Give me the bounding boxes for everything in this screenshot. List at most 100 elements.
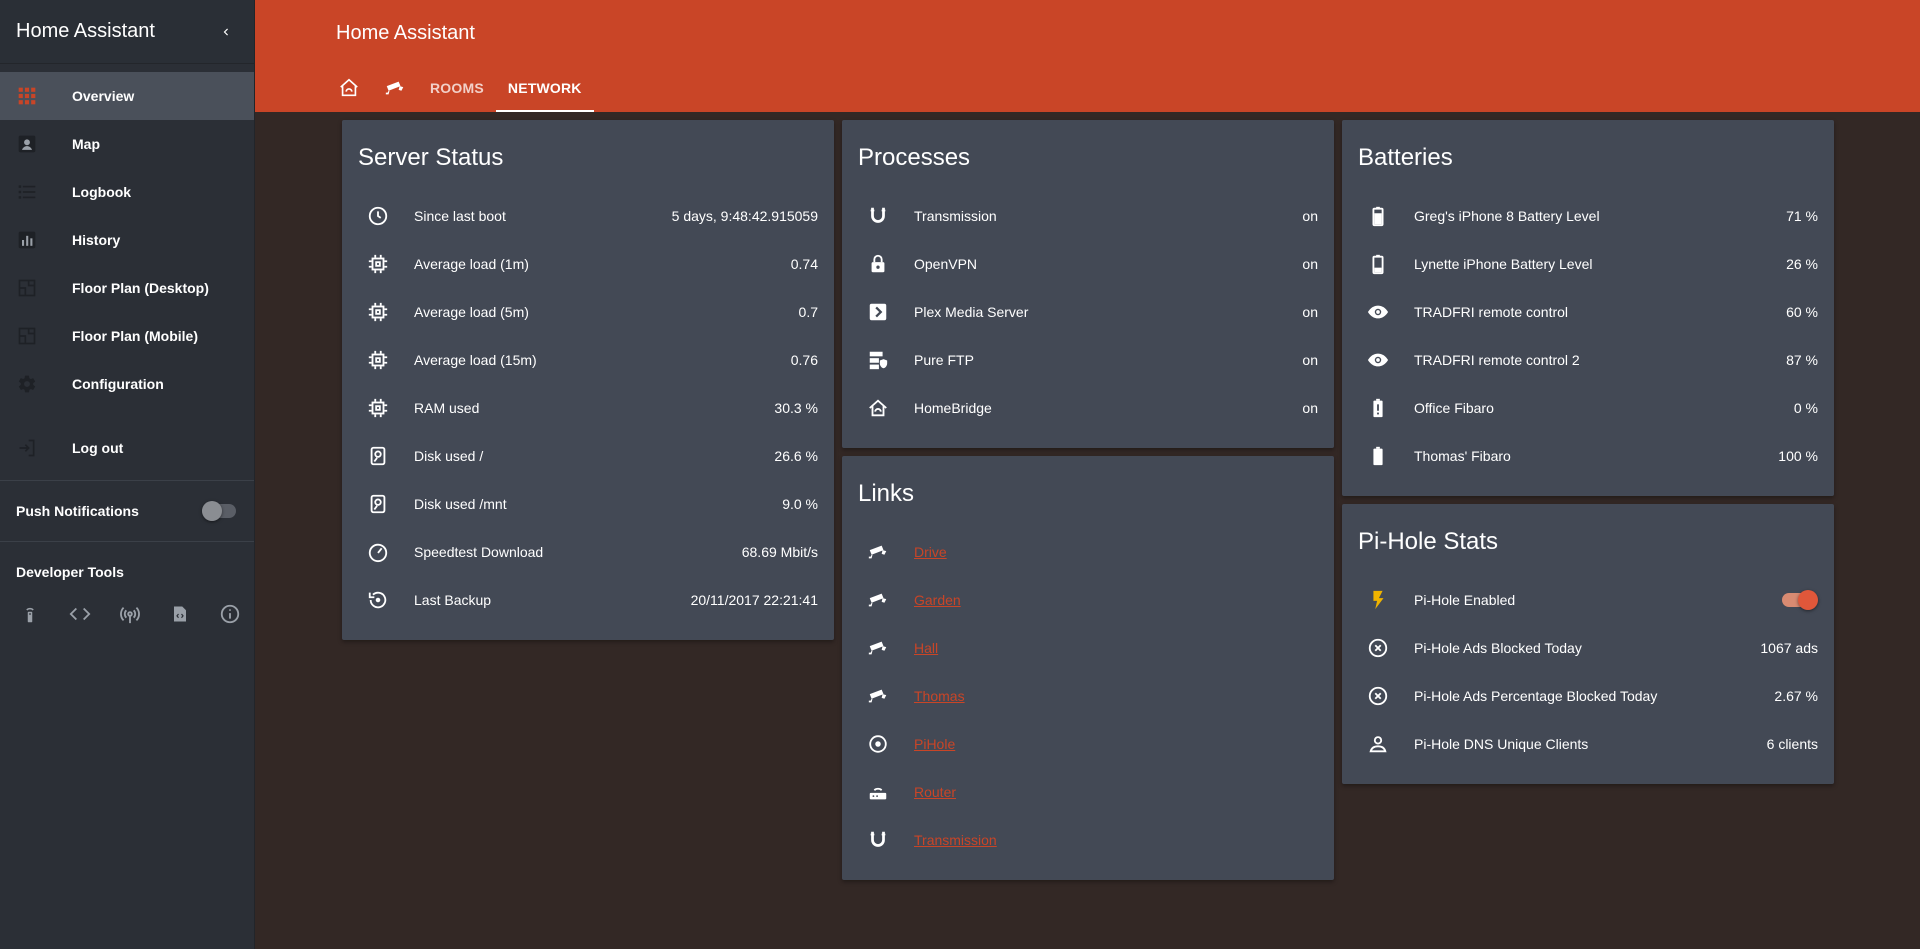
entity-row[interactable]: Average load (1m) 0.74 — [342, 240, 834, 288]
sidebar-item-log-out[interactable]: Log out — [0, 424, 254, 472]
link-drive[interactable]: Drive — [914, 544, 947, 560]
processes-card: Processes Transmission on OpenVPN on Ple… — [842, 120, 1334, 448]
link-hall[interactable]: Hall — [914, 640, 938, 656]
entity-name: Pi-Hole Ads Blocked Today — [1414, 640, 1582, 656]
sidebar-item-floor-plan-desktop[interactable]: Floor Plan (Desktop) — [0, 264, 254, 312]
cctv-icon — [858, 684, 898, 708]
entity-row[interactable]: TRADFRI remote control 60 % — [1342, 288, 1834, 336]
entity-row[interactable]: Greg's iPhone 8 Battery Level 71 % — [1342, 192, 1834, 240]
link-row[interactable]: PiHole — [842, 720, 1334, 768]
lock-icon — [858, 252, 898, 276]
entity-value: on — [1302, 256, 1318, 272]
sidebar-item-label: Map — [72, 136, 100, 152]
sidebar-item-configuration[interactable]: Configuration — [0, 360, 254, 408]
entity-row[interactable]: RAM used 30.3 % — [342, 384, 834, 432]
entity-row[interactable]: Last Backup 20/11/2017 22:21:41 — [342, 576, 834, 624]
chip-icon — [358, 300, 398, 324]
battery-full-icon — [1358, 444, 1398, 468]
sidebar: Home Assistant Overview Map Logbook Hist… — [0, 0, 255, 949]
server-security-icon — [858, 348, 898, 372]
tab-cameras[interactable] — [372, 64, 418, 112]
pihole-enabled-toggle[interactable] — [1782, 590, 1818, 610]
entity-name: Greg's iPhone 8 Battery Level — [1414, 208, 1600, 224]
entity-row[interactable]: Speedtest Download 68.69 Mbit/s — [342, 528, 834, 576]
link-row[interactable]: Drive — [842, 528, 1334, 576]
entity-row[interactable]: Pi-Hole DNS Unique Clients 6 clients — [1342, 720, 1834, 768]
entity-row[interactable]: OpenVPN on — [842, 240, 1334, 288]
entity-row[interactable]: Pure FTP on — [842, 336, 1334, 384]
entity-row[interactable]: Since last boot 5 days, 9:48:42.915059 — [342, 192, 834, 240]
harddisk-icon — [358, 444, 398, 468]
entity-value: on — [1302, 400, 1318, 416]
tab-home[interactable] — [326, 64, 372, 112]
link-row[interactable]: Router — [842, 768, 1334, 816]
entity-row[interactable]: Pi-Hole Ads Blocked Today 1067 ads — [1342, 624, 1834, 672]
entity-row[interactable]: TRADFRI remote control 2 87 % — [1342, 336, 1834, 384]
entity-value: 100 % — [1778, 448, 1818, 464]
card-title: Links — [858, 480, 915, 507]
push-notifications-toggle[interactable] — [202, 501, 238, 521]
eye-icon — [1358, 348, 1398, 372]
link-row[interactable]: Hall — [842, 624, 1334, 672]
magnet-icon — [858, 204, 898, 228]
close-circle-icon — [1358, 636, 1398, 660]
link-router[interactable]: Router — [914, 784, 956, 800]
grid-icon — [0, 86, 72, 106]
entity-name: Pi-Hole Enabled — [1414, 592, 1516, 608]
entity-row[interactable]: Disk used /mnt 9.0 % — [342, 480, 834, 528]
link-pihole[interactable]: PiHole — [914, 736, 955, 752]
entity-name: Lynette iPhone Battery Level — [1414, 256, 1593, 272]
entity-value: on — [1302, 304, 1318, 320]
entity-row[interactable]: Disk used / 26.6 % — [342, 432, 834, 480]
entity-value: 60 % — [1786, 304, 1818, 320]
entity-row[interactable]: Average load (5m) 0.7 — [342, 288, 834, 336]
entity-row[interactable]: Office Fibaro 0 % — [1342, 384, 1834, 432]
sidebar-item-overview[interactable]: Overview — [0, 72, 254, 120]
link-row[interactable]: Garden — [842, 576, 1334, 624]
battery-20-icon — [1358, 252, 1398, 276]
floorplan-icon — [0, 278, 72, 298]
entity-name: Speedtest Download — [414, 544, 544, 560]
sidebar-item-floor-plan-mobile[interactable]: Floor Plan (Mobile) — [0, 312, 254, 360]
entity-value: 9.0 % — [782, 496, 818, 512]
entity-name: Plex Media Server — [914, 304, 1029, 320]
cctv-icon — [858, 636, 898, 660]
code-icon[interactable] — [66, 600, 94, 628]
entity-value: 6 clients — [1766, 736, 1818, 752]
remote-icon[interactable] — [16, 600, 44, 628]
push-notifications-label: Push Notifications — [16, 503, 139, 519]
sidebar-item-history[interactable]: History — [0, 216, 254, 264]
tab-network[interactable]: NETWORK — [495, 64, 594, 112]
entity-name: Average load (15m) — [414, 352, 537, 368]
chip-icon — [358, 396, 398, 420]
entity-row[interactable]: Thomas' Fibaro 100 % — [1342, 432, 1834, 480]
flash-icon — [1358, 588, 1398, 612]
app-header: Home Assistant ROOMS NETWORK — [255, 0, 1920, 112]
chevron-left-icon — [223, 28, 228, 35]
entity-value: 0.7 — [798, 304, 818, 320]
link-thomas[interactable]: Thomas — [914, 688, 965, 704]
entity-name: TRADFRI remote control — [1414, 304, 1569, 320]
entity-row[interactable]: HomeBridge on — [842, 384, 1334, 432]
link-transmission[interactable]: Transmission — [914, 832, 997, 848]
entity-row[interactable]: Plex Media Server on — [842, 288, 1334, 336]
sidebar-title: Home Assistant — [16, 20, 155, 42]
cctv-icon — [858, 540, 898, 564]
tab-rooms[interactable]: ROOMS — [418, 64, 496, 112]
entity-row[interactable]: Pi-Hole Ads Percentage Blocked Today 2.6… — [1342, 672, 1834, 720]
entity-row[interactable]: Lynette iPhone Battery Level 26 % — [1342, 240, 1834, 288]
entity-row[interactable]: Transmission on — [842, 192, 1334, 240]
sidebar-item-logbook[interactable]: Logbook — [0, 168, 254, 216]
template-icon[interactable] — [166, 600, 194, 628]
sidebar-item-map[interactable]: Map — [0, 120, 254, 168]
chart-icon — [0, 230, 72, 250]
entity-name: Pi-Hole DNS Unique Clients — [1414, 736, 1589, 752]
entity-row[interactable]: Pi-Hole Enabled — [1342, 576, 1834, 624]
link-garden[interactable]: Garden — [914, 592, 961, 608]
broadcast-icon[interactable] — [116, 600, 144, 628]
entity-row[interactable]: Average load (15m) 0.76 — [342, 336, 834, 384]
info-icon[interactable] — [216, 600, 244, 628]
link-row[interactable]: Thomas — [842, 672, 1334, 720]
collapse-sidebar-button[interactable] — [206, 12, 246, 52]
link-row[interactable]: Transmission — [842, 816, 1334, 864]
